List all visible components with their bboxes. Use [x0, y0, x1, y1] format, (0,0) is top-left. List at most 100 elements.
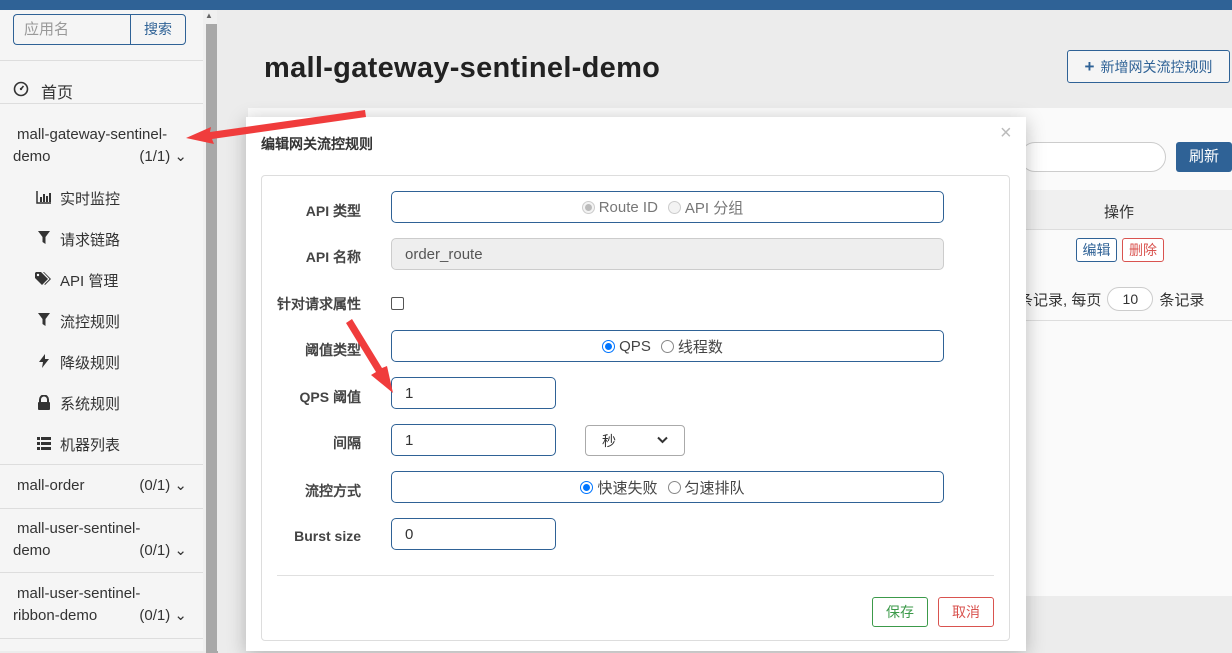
qps-count-input[interactable]: 1 — [391, 377, 556, 409]
field-value: 1 — [405, 384, 414, 402]
app-name: mall-user-sentinel- — [17, 585, 141, 602]
interval-label: 间隔 — [333, 435, 361, 451]
sidebar-item-label: 请求链路 — [60, 232, 121, 249]
param-item-label: 针对请求属性 — [277, 296, 361, 312]
radio-label: 匀速排队 — [684, 479, 745, 497]
radio-label: 线程数 — [677, 338, 723, 356]
radio-label: QPS — [619, 337, 651, 355]
form-divider — [277, 575, 994, 576]
sidebar-item-label: 机器列表 — [60, 437, 121, 454]
chevron-down-icon: ⌄ — [170, 607, 187, 624]
dashboard-icon — [13, 81, 31, 102]
grade-radio-group: QPS 线程数 — [391, 330, 944, 362]
radio-rate-limiter[interactable] — [667, 480, 681, 494]
grade-label: 阈值类型 — [305, 342, 361, 358]
page-title: mall-gateway-sentinel-demo — [264, 52, 661, 84]
sidebar-item-cluster-link[interactable]: 请求链路 — [35, 229, 120, 250]
table-header-ops: 操作 — [1104, 204, 1135, 221]
lock-icon — [35, 394, 53, 413]
api-type-label: API 类型 — [305, 203, 361, 219]
burst-label: Burst size — [294, 528, 361, 544]
sidebar-item-realtime[interactable]: 实时监控 — [35, 188, 120, 209]
app-search-input[interactable] — [13, 14, 131, 45]
sidebar-item-label: 首页 — [41, 85, 74, 102]
app-count: (0/1) ⌄ — [139, 607, 187, 624]
app-count: (0/1) ⌄ — [139, 477, 187, 494]
cancel-button[interactable]: 取消 — [938, 597, 994, 627]
sidebar-divider — [0, 60, 203, 61]
radio-thread[interactable] — [660, 339, 674, 353]
chevron-down-icon: ⌄ — [170, 542, 187, 559]
top-navbar — [0, 0, 1232, 10]
close-icon[interactable]: × — [1000, 122, 1012, 145]
sidebar-item-system-rules[interactable]: 系统规则 — [35, 393, 120, 414]
sidebar-item-label: 降级规则 — [60, 355, 121, 372]
plus-icon: + — [1084, 56, 1095, 76]
app-count: (1/1) ⌄ — [139, 148, 187, 165]
field-value: 1 — [405, 431, 414, 449]
save-button[interactable]: 保存 — [872, 597, 928, 627]
rule-filter-input[interactable] — [1020, 142, 1166, 172]
sidebar-item-flow-rules[interactable]: 流控规则 — [35, 311, 120, 332]
search-button[interactable]: 搜索 — [130, 14, 186, 45]
sidebar-divider — [0, 638, 203, 639]
sidebar-scrollbar[interactable] — [203, 10, 218, 653]
sidebar-app-order[interactable]: mall-order (0/1) ⌄ — [13, 475, 193, 497]
app-name: mall-user-sentinel- — [17, 520, 141, 537]
tags-icon — [35, 272, 53, 289]
chevron-down-icon — [657, 435, 668, 447]
app-search: 搜索 — [13, 14, 186, 45]
table-divider — [1010, 320, 1232, 321]
filter-icon — [35, 313, 53, 330]
sidebar-item-api-manage[interactable]: API 管理 — [35, 270, 118, 291]
radio-label: Route ID — [598, 198, 658, 216]
delete-button[interactable]: 删除 — [1122, 238, 1164, 262]
interval-unit-select[interactable]: 秒 — [585, 425, 685, 456]
api-type-radio-group: Route ID API 分组 — [391, 191, 944, 223]
sidebar-item-home[interactable]: 首页 — [13, 80, 73, 102]
app-count: (0/1) ⌄ — [139, 542, 187, 559]
sidebar-item-label: 系统规则 — [60, 396, 121, 413]
sidebar-divider — [0, 464, 203, 465]
sidebar-item-label: API 管理 — [60, 273, 119, 290]
behavior-radio-group: 快速失败 匀速排队 — [391, 471, 944, 503]
interval-input[interactable]: 1 — [391, 424, 556, 456]
radio-label: 快速失败 — [597, 479, 658, 497]
filter-icon — [35, 231, 53, 248]
button-label: 新增网关流控规则 — [1100, 58, 1213, 75]
param-item-checkbox[interactable] — [391, 297, 404, 310]
bar-chart-icon — [35, 190, 53, 207]
sidebar-app-user-sentinel[interactable]: mall-user-sentinel- demo (0/1) ⌄ — [13, 518, 193, 562]
radio-label: API 分组 — [684, 199, 744, 217]
field-value: 0 — [405, 525, 414, 543]
dialog-title: 编辑网关流控规则 — [261, 136, 373, 152]
api-name-field: order_route — [391, 238, 944, 270]
pager-text: 条记录 — [1159, 291, 1205, 309]
add-gateway-rule-button[interactable]: + 新增网关流控规则 — [1067, 50, 1230, 83]
radio-fast-fail[interactable] — [580, 480, 594, 494]
sidebar-item-machines[interactable]: 机器列表 — [35, 434, 120, 455]
behavior-label: 流控方式 — [305, 483, 361, 499]
sidebar-item-degrade-rules[interactable]: 降级规则 — [35, 352, 120, 373]
edit-button[interactable]: 编辑 — [1076, 238, 1117, 262]
sidebar-divider — [0, 508, 203, 509]
sidebar-app-gateway[interactable]: mall-gateway-sentinel- demo (1/1) ⌄ — [13, 124, 193, 168]
app-name: mall-gateway-sentinel- — [17, 126, 168, 143]
page-size-input[interactable]: 10 — [1107, 287, 1154, 311]
count-label: QPS 阈值 — [299, 389, 361, 405]
sidebar-divider — [0, 103, 203, 104]
chevron-down-icon: ⌄ — [170, 148, 187, 165]
bolt-icon — [35, 354, 53, 371]
scroll-up-arrow-icon[interactable]: ▲ — [205, 11, 213, 20]
pagination: 条记录, 每页 10 条记录 — [1018, 287, 1204, 311]
api-name-label: API 名称 — [305, 249, 361, 265]
radio-qps[interactable] — [602, 339, 616, 353]
sidebar-item-label: 实时监控 — [60, 191, 121, 208]
chevron-down-icon: ⌄ — [170, 477, 187, 494]
burst-size-input[interactable]: 0 — [391, 518, 556, 550]
sidebar-item-label: 流控规则 — [60, 314, 121, 331]
select-value: 秒 — [602, 432, 616, 449]
sidebar-app-user-ribbon[interactable]: mall-user-sentinel- ribbon-demo (0/1) ⌄ — [13, 583, 193, 627]
radio-route-id — [581, 200, 595, 214]
refresh-button[interactable]: 刷新 — [1176, 142, 1232, 172]
